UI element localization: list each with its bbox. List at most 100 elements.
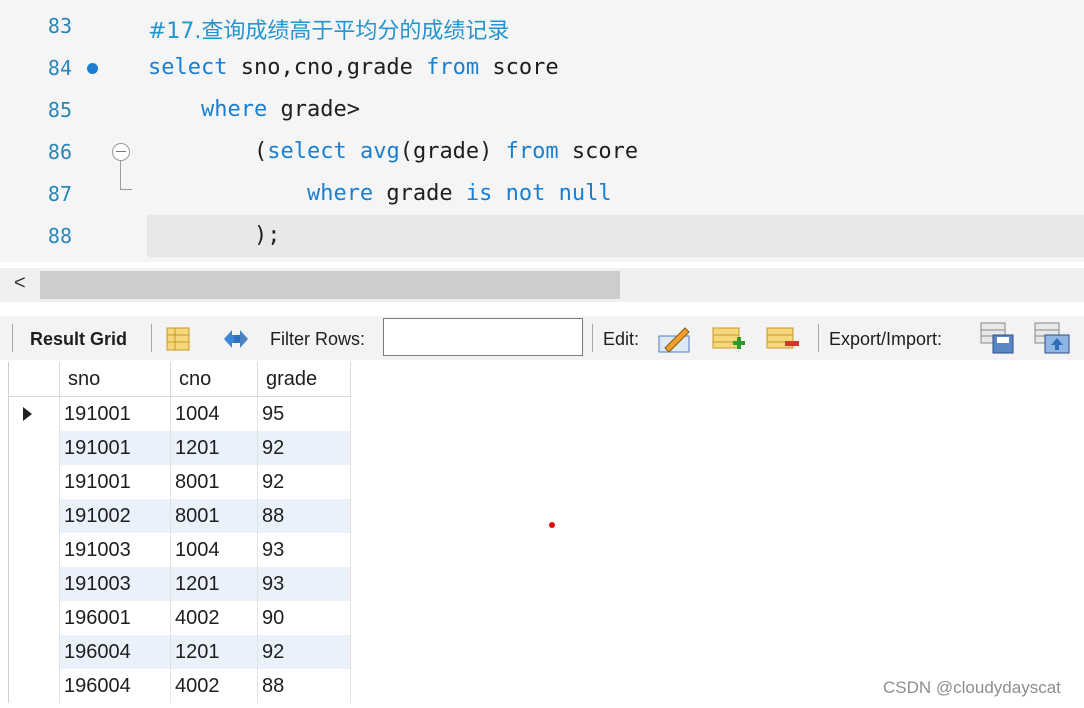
table-cell-grade[interactable]: 92 (257, 431, 351, 465)
scroll-left-icon[interactable]: < (14, 272, 26, 295)
result-grid[interactable]: sno cno grade 191001 1004 95 191001 1201 92 19… (8, 362, 351, 703)
editor-line[interactable]: 84 select sno,cno,grade from score (0, 47, 1084, 89)
code-text[interactable]: select sno,cno,grade from score (148, 55, 559, 80)
code-text[interactable]: where grade is not null (148, 181, 612, 206)
delete-row-icon[interactable] (765, 324, 801, 354)
row-header[interactable] (8, 669, 60, 703)
table-row[interactable]: 191003 1201 93 (8, 567, 351, 601)
code-token: ); (148, 223, 281, 248)
grid-layout-icon[interactable] (165, 326, 191, 352)
editor-line[interactable]: 88 ); (0, 215, 1084, 257)
result-grid-label[interactable]: Result Grid (30, 329, 127, 350)
table-row[interactable]: 191001 1201 92 (8, 431, 351, 465)
table-cell-sno[interactable]: 191003 (59, 533, 171, 567)
code-token: ( (148, 139, 268, 164)
code-text[interactable]: (select avg(grade) from score (148, 139, 638, 164)
sql-keyword: null (558, 181, 612, 206)
table-row[interactable]: 191002 8001 88 (8, 499, 351, 533)
add-row-icon[interactable] (711, 324, 747, 354)
result-toolbar: Result Grid Filter Rows: Edit: Export/Im… (0, 316, 1084, 360)
table-cell-grade[interactable]: 95 (257, 396, 351, 431)
table-row[interactable]: 191001 1004 95 (8, 396, 351, 431)
toolbar-separator (151, 324, 152, 352)
table-row[interactable]: 196004 4002 88 (8, 669, 351, 703)
table-row[interactable]: 191001 8001 92 (8, 465, 351, 499)
table-cell-sno[interactable]: 196001 (59, 601, 171, 635)
table-cell-sno[interactable]: 191002 (59, 499, 171, 533)
row-header[interactable] (8, 431, 60, 465)
table-row[interactable]: 196001 4002 90 (8, 601, 351, 635)
table-cell-cno[interactable]: 4002 (170, 601, 258, 635)
row-header[interactable] (8, 465, 60, 499)
scrollbar-thumb[interactable] (40, 271, 620, 299)
table-cell-grade[interactable]: 92 (257, 635, 351, 669)
column-header-sno[interactable]: sno (59, 362, 171, 397)
table-row[interactable]: 191003 1004 93 (8, 533, 351, 567)
table-cell-cno[interactable]: 4002 (170, 669, 258, 703)
table-cell-sno[interactable]: 191001 (59, 396, 171, 431)
row-header[interactable] (8, 396, 60, 431)
table-cell-grade[interactable]: 88 (257, 499, 351, 533)
row-header[interactable] (8, 499, 60, 533)
table-cell-grade[interactable]: 88 (257, 669, 351, 703)
table-cell-cno[interactable]: 1201 (170, 635, 258, 669)
sql-keyword: where (200, 97, 268, 122)
sql-keyword: select (267, 139, 347, 164)
export-icon[interactable] (979, 321, 1017, 355)
line-number: 85 (47, 98, 72, 122)
horizontal-scrollbar[interactable]: < (0, 268, 1084, 302)
code-token: sno,cno,grade (227, 55, 427, 80)
header-row: sno cno grade (8, 362, 351, 397)
table-cell-grade[interactable]: 93 (257, 567, 351, 601)
editor-line[interactable]: 87 where grade is not null (0, 173, 1084, 215)
table-cell-grade[interactable]: 90 (257, 601, 351, 635)
code-text[interactable]: where grade> (148, 97, 360, 122)
editor-line[interactable]: 83 #17.查询成绩高于平均分的成绩记录 (0, 5, 1084, 47)
line-number: 86 (47, 140, 72, 164)
table-cell-cno[interactable]: 1201 (170, 431, 258, 465)
table-cell-sno[interactable]: 191001 (59, 465, 171, 499)
sql-keyword: not (505, 181, 546, 206)
table-cell-cno[interactable]: 8001 (170, 465, 258, 499)
filter-rows-label: Filter Rows: (270, 329, 366, 349)
table-cell-grade[interactable]: 92 (257, 465, 351, 499)
edit-cell-icon[interactable] (657, 322, 693, 354)
sql-keyword: from (505, 139, 559, 164)
filter-rows-input[interactable] (383, 318, 583, 356)
table-cell-cno[interactable]: 1004 (170, 533, 258, 567)
statement-marker-icon[interactable] (87, 63, 98, 74)
code-token: score (558, 139, 639, 164)
table-cell-sno[interactable]: 196004 (59, 669, 171, 703)
code-text[interactable]: #17.查询成绩高于平均分的成绩记录 (148, 13, 509, 45)
editor-line[interactable]: 85 where grade> (0, 89, 1084, 131)
fold-guide (120, 161, 121, 189)
row-header[interactable] (8, 601, 60, 635)
table-cell-sno[interactable]: 196004 (59, 635, 171, 669)
row-header-corner (8, 362, 60, 397)
import-icon[interactable] (1033, 321, 1071, 355)
editor-line[interactable]: 86 (select avg(grade) from score (0, 131, 1084, 173)
column-header-cno[interactable]: cno (170, 362, 258, 397)
row-header[interactable] (8, 635, 60, 669)
fold-guide-end (120, 189, 132, 190)
line-number: 88 (47, 224, 72, 248)
table-cell-grade[interactable]: 93 (257, 533, 351, 567)
column-header-grade[interactable]: grade (257, 362, 351, 397)
table-row[interactable]: 196004 1201 92 (8, 635, 351, 669)
table-cell-cno[interactable]: 1201 (170, 567, 258, 601)
table-cell-cno[interactable]: 1004 (170, 396, 258, 431)
table-cell-sno[interactable]: 191001 (59, 431, 171, 465)
table-cell-sno[interactable]: 191003 (59, 567, 171, 601)
sql-comment: #17.查询成绩高于平均分的成绩记录 (148, 19, 510, 44)
code-text[interactable]: ); (148, 223, 281, 248)
edit-label: Edit: (603, 329, 640, 349)
sql-editor[interactable]: 83 #17.查询成绩高于平均分的成绩记录 84 select sno,cno,gra… (0, 0, 1084, 262)
refresh-icon[interactable] (220, 325, 252, 353)
row-header[interactable] (8, 533, 60, 567)
fold-toggle-icon[interactable] (112, 143, 130, 161)
table-cell-cno[interactable]: 8001 (170, 499, 258, 533)
row-header[interactable] (8, 567, 60, 601)
current-row-arrow-icon (23, 407, 32, 421)
